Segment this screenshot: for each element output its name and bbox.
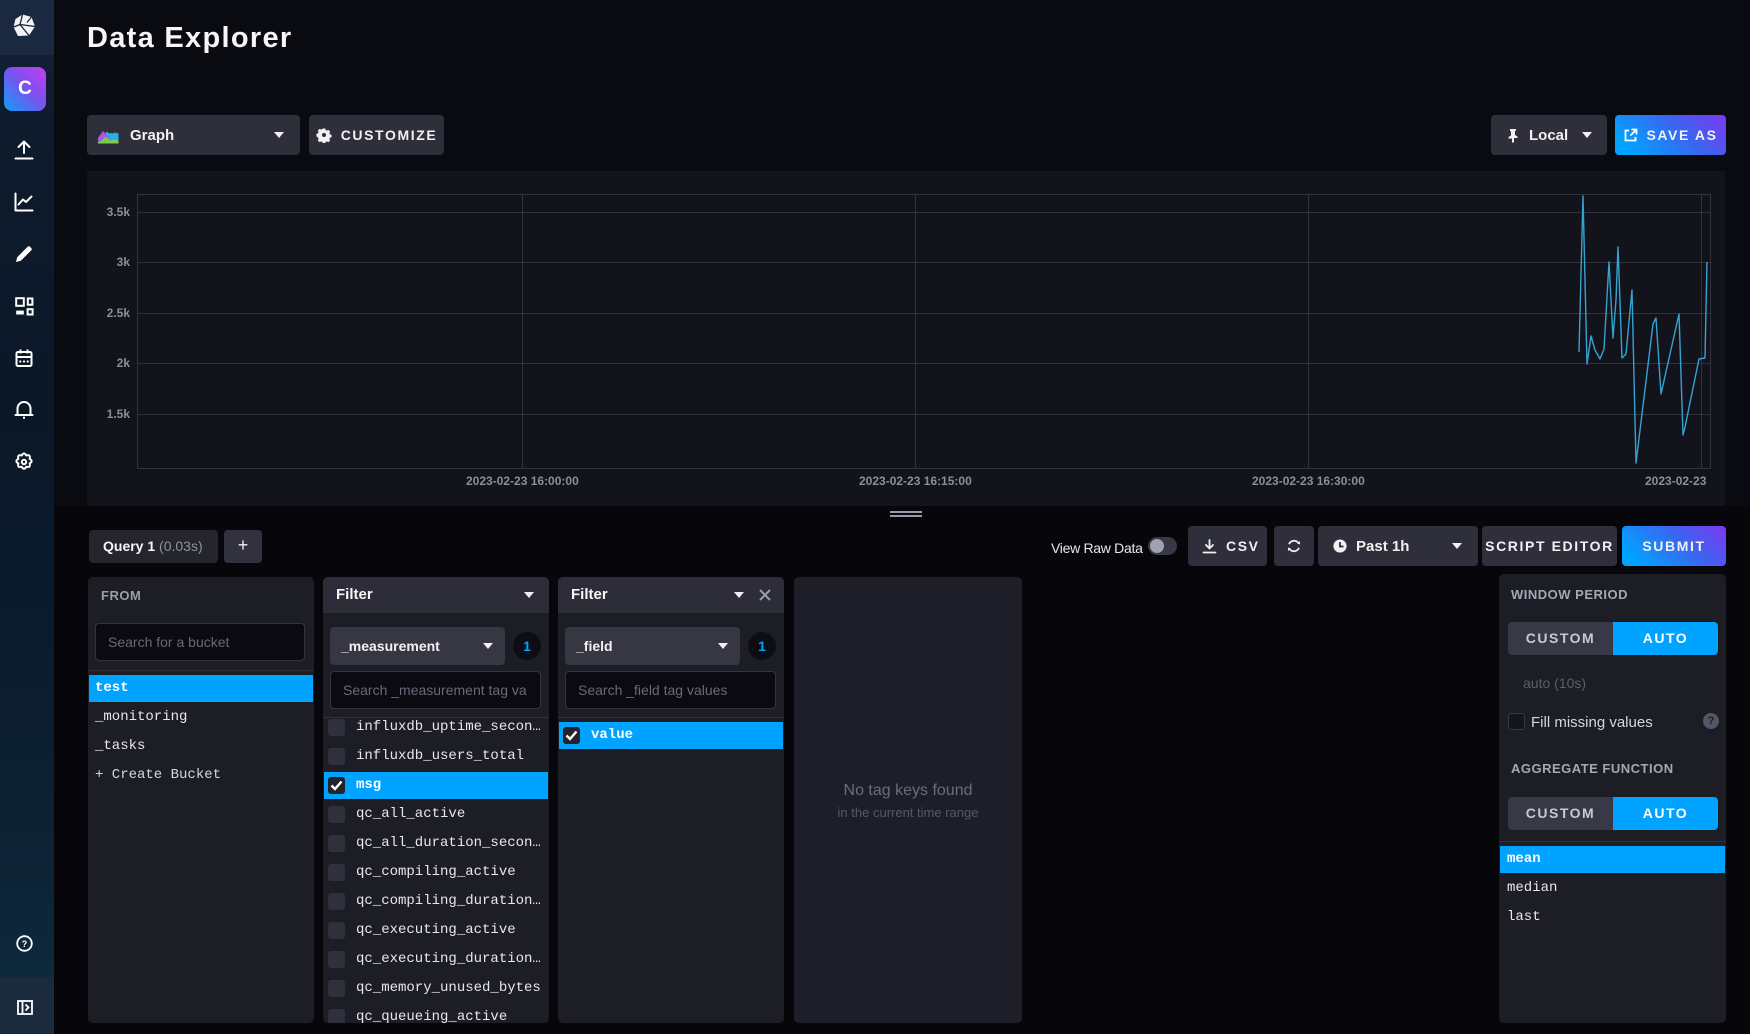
svg-text:?: ? bbox=[22, 939, 28, 949]
